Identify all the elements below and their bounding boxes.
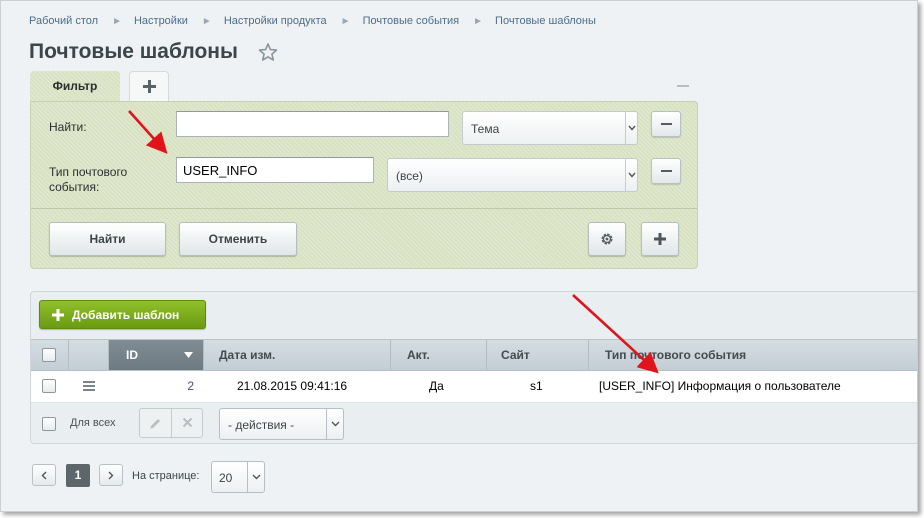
event-type-input[interactable] [176,157,374,183]
breadcrumb-item-desktop[interactable]: Рабочий стол [29,15,98,27]
event-type-select[interactable]: (все) [387,158,638,192]
find-button[interactable]: Найти [49,222,166,256]
breadcrumb-item-mail-templates[interactable]: Почтовые шаблоны [495,15,596,27]
find-input[interactable] [176,111,449,137]
column-id-label: ID [126,348,138,362]
page-title: Почтовые шаблоны [29,40,238,63]
pencil-icon [150,419,160,429]
current-page[interactable]: 1 [66,464,90,487]
breadcrumb-item-settings[interactable]: Настройки [134,15,188,27]
select-all-cell [31,340,69,370]
row-event-type: [USER_INFO] Информация о пользователе [599,379,841,393]
breadcrumb-item-product-settings[interactable]: Настройки продукта [224,15,327,27]
column-event-type-header[interactable]: Тип почтового события [589,340,917,370]
minus-icon [661,170,672,172]
filter-settings-button[interactable] [588,222,626,256]
column-site-header[interactable]: Сайт [487,340,589,370]
per-page-label: На странице: [132,470,200,482]
remove-find-field-button[interactable] [651,111,681,137]
header-actions-cell [69,340,109,370]
minimize-icon[interactable] [677,85,689,87]
row-site: s1 [530,379,543,393]
breadcrumb-item-mail-events[interactable]: Почтовые события [363,15,460,27]
chevron-right-icon [108,471,114,480]
column-id-header[interactable]: ID [109,340,204,370]
add-template-label: Добавить шаблон [72,308,180,322]
row-menu-icon[interactable] [83,381,95,391]
filter-tab[interactable]: Фильтр [30,71,120,102]
row-date: 21.08.2015 09:41:16 [237,379,348,393]
filter-divider [31,208,697,209]
row-active: Да [429,379,444,393]
chevron-down-icon [625,112,637,144]
row-checkbox[interactable] [42,379,56,393]
chevron-down-icon [326,409,343,439]
window-frame: Рабочий стол ► Настройки ► Настройки продукт… [0,0,918,512]
column-date-header[interactable]: Дата изм. [204,340,391,370]
per-page-value: 20 [219,471,233,485]
add-filter-field-button[interactable] [641,222,679,256]
chevron-down-icon [247,462,264,492]
per-page-select[interactable]: 20 [211,461,265,493]
template-list: Добавить шаблон ID Дата изм. Акт. Сайт Т… [30,291,917,444]
actions-select-value: - действия - [228,418,295,432]
table-header: ID Дата изм. Акт. Сайт Тип почтового соб… [31,339,917,371]
event-type-label: Тип почтового события: [49,165,128,194]
event-type-select-value: (все) [396,169,423,183]
add-template-button[interactable]: Добавить шаблон [39,300,206,329]
breadcrumb-separator-icon: ► [340,16,351,27]
table-row[interactable]: 2 21.08.2015 09:41:16 Да s1 [USER_INFO] … [31,371,917,403]
row-id[interactable]: 2 [109,371,194,402]
table-footer: Для всех - действия - [31,403,917,444]
remove-event-type-button[interactable] [651,158,681,184]
prev-page-button[interactable] [32,464,56,486]
group-actions [139,408,203,438]
select-all-checkbox[interactable] [42,348,56,362]
breadcrumb-separator-icon: ► [201,16,212,27]
plus-icon [654,233,666,245]
chevron-left-icon [41,471,47,480]
breadcrumb: Рабочий стол ► Настройки ► Настройки продукт… [29,15,596,27]
sort-down-icon [184,352,193,358]
edit-selected-button[interactable] [140,409,171,437]
find-field-select-value: Тема [471,122,500,136]
apply-to-all-label: Для всех [70,417,116,429]
star-icon[interactable] [258,42,278,62]
actions-select[interactable]: - действия - [219,408,344,440]
delete-selected-button[interactable] [171,409,202,437]
column-active-header[interactable]: Акт. [391,340,487,370]
find-field-select[interactable]: Тема [462,111,638,145]
cancel-button[interactable]: Отменить [179,222,297,256]
close-icon [182,417,193,428]
add-filter-tab[interactable] [129,71,169,101]
gear-icon [601,233,613,245]
apply-to-all-checkbox[interactable] [42,417,56,431]
plus-icon [143,80,156,93]
plus-icon [52,309,64,321]
breadcrumb-separator-icon: ► [473,16,484,27]
next-page-button[interactable] [99,464,123,486]
minus-icon [661,123,672,125]
chevron-down-icon [625,159,637,191]
find-label: Найти: [49,120,87,134]
filter-panel: Найти: Тема Тип почтового события: (все)… [30,101,698,269]
breadcrumb-separator-icon: ► [112,16,122,27]
